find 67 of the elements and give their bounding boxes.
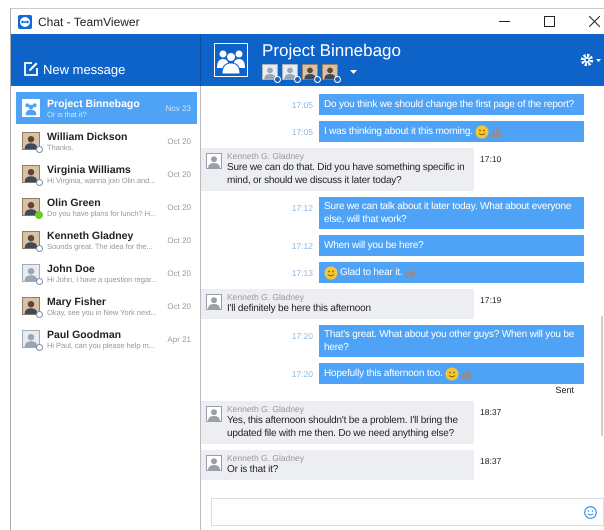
contact-name: Virginia Williams <box>47 164 131 176</box>
message-time: 17:19 <box>480 295 502 305</box>
window-title: Chat - TeamViewer <box>38 14 140 28</box>
contact-date: Oct 20 <box>167 136 191 146</box>
smiley-icon <box>324 266 338 280</box>
message-time: 17:05 <box>292 99 313 110</box>
message-text: Or is that it? <box>227 463 280 476</box>
sender-name: Kenneth G. Gladney <box>227 453 304 463</box>
contact-name: Mary Fisher <box>47 296 106 308</box>
contact-name: Project Binnebago <box>47 98 140 110</box>
delivery-status: Sent <box>555 385 574 395</box>
message-time: 17:20 <box>292 330 313 341</box>
message-text: I'll definitely be here this afternoon <box>227 302 371 315</box>
emoji-icon[interactable] <box>584 506 597 518</box>
contact-date: Oct 20 <box>167 302 191 310</box>
sender-name: Kenneth G. Gladney <box>227 292 306 302</box>
avatar-icon <box>206 406 222 422</box>
maximize-icon[interactable] <box>544 16 555 27</box>
contact-date: Apr 21 <box>167 334 191 344</box>
group-avatar-icon <box>214 43 248 77</box>
conversation-title: Project Binnebago <box>262 40 401 60</box>
compose-icon <box>23 61 39 77</box>
message-text: Hopefully this afternoon too. <box>324 367 443 380</box>
message-text: That's great. What about you other guys? When will you be here? <box>324 328 576 354</box>
message-time: 17:20 <box>292 368 313 379</box>
smiley-icon <box>444 366 459 380</box>
settings-icon[interactable] <box>580 53 602 67</box>
message-time: 17:12 <box>292 240 313 251</box>
message-time: 17:12 <box>292 202 313 213</box>
dropdown-caret-icon[interactable] <box>350 70 357 74</box>
message-text: Sure we can talk about it later today. What about everyone else, will that work? <box>324 200 572 226</box>
message-text: Sure we can do that. Did you have something specific in mind, or should we discuss it later today? <box>227 161 466 187</box>
contact-name: Kenneth Gladney <box>47 230 134 242</box>
message-time: 18:37 <box>480 407 502 417</box>
message-time: 17:10 <box>480 154 502 164</box>
contact-date: Oct 20 <box>167 236 191 244</box>
sender-name: Kenneth G. Gladney <box>227 151 306 161</box>
sender-name: Kenneth G. Gladney <box>227 404 306 414</box>
new-message-button[interactable]: New message <box>23 61 126 77</box>
message-time: 17:13 <box>292 267 313 278</box>
avatar-icon <box>206 455 222 471</box>
thumbs-up-icon <box>460 367 473 380</box>
contact-date: Oct 20 <box>167 268 191 278</box>
message-time: 17:05 <box>292 126 313 137</box>
contact-name: Paul Goodman <box>47 328 122 340</box>
contact-date: Oct 20 <box>167 202 191 212</box>
avatar-icon <box>206 153 222 169</box>
message-text: Do you think we should change the first page of the report? <box>324 98 574 111</box>
message-text: Glad to hear it. <box>340 266 402 279</box>
contact-name: William Dickson <box>47 130 128 142</box>
message-time: 18:37 <box>480 456 502 466</box>
avatar-icon <box>206 294 222 310</box>
contact-name: John Doe <box>47 262 95 274</box>
group-icon <box>22 99 40 117</box>
contact-date: Oct 20 <box>167 170 191 178</box>
thumbs-up-icon <box>490 125 503 138</box>
scrollbar[interactable] <box>601 316 603 436</box>
close-icon[interactable] <box>589 16 600 27</box>
contact-name: Olin Green <box>47 196 101 208</box>
smiley-icon <box>474 124 489 138</box>
message-text: Yes, this afternoon shouldn't be a problem. I'll bring the updated file with me then. Do we need anything else? <box>227 414 459 440</box>
thumbs-up-icon <box>404 266 416 279</box>
app-logo-icon <box>18 14 32 28</box>
message-text: I was thinking about it this morning. <box>324 125 473 138</box>
message-text: When will you be here? <box>324 239 424 252</box>
message-input-field[interactable] <box>211 498 604 526</box>
contact-date: Nov 23 <box>166 104 191 112</box>
